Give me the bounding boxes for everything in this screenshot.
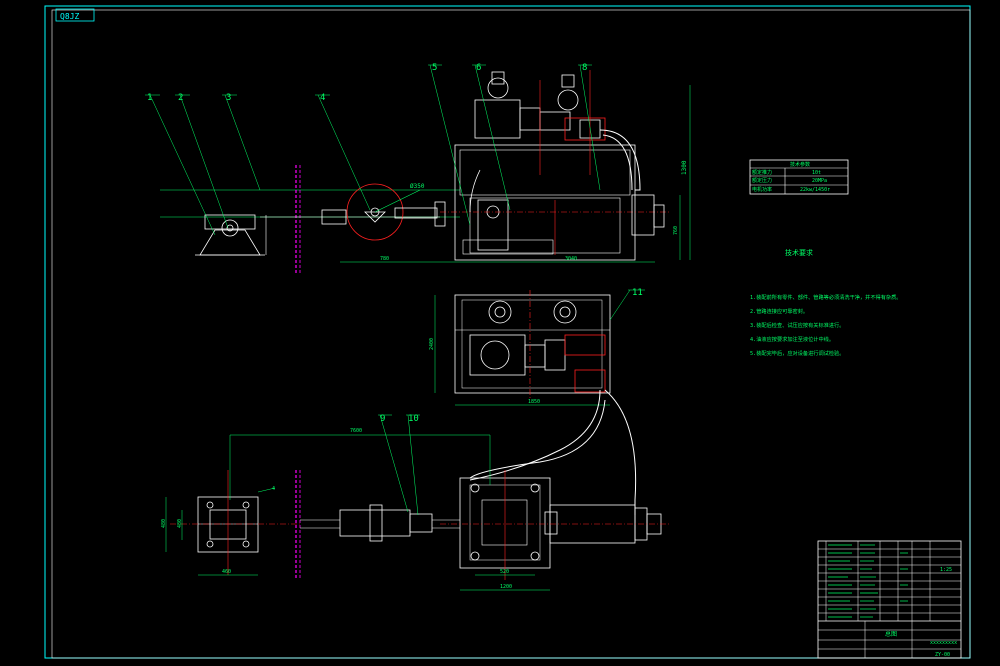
hydraulic-frame xyxy=(454,144,636,261)
spec-cell: 22kw/1450r xyxy=(800,187,830,193)
spec-table-header: 技术参数 xyxy=(790,161,810,168)
note-3: 3.装配后检查、试压应按有关标准进行。 xyxy=(750,321,844,329)
dim-small-b: 4 xyxy=(272,486,275,492)
dim-plan-width: 1850 xyxy=(528,399,540,405)
balloon-4: 4 xyxy=(320,93,325,103)
dim-phi: Ø350 xyxy=(410,183,425,190)
title-scale: 1:25 xyxy=(940,567,952,573)
dim-bottom-a: 520 xyxy=(500,569,509,575)
spec-cell: 额定压力 xyxy=(752,177,772,184)
anchor-base-left xyxy=(199,229,261,256)
title-drawing-no: ZY-00 xyxy=(935,652,950,658)
note-5: 5.装配完毕后，应对设备进行调试检验。 xyxy=(750,349,844,357)
balloon-6: 6 xyxy=(476,63,481,73)
spec-cell: 10t xyxy=(812,170,821,176)
spec-cell: 电机功率 xyxy=(752,186,772,193)
dim-base-h: 480 xyxy=(161,519,167,528)
spec-cell: 额定推力 xyxy=(752,169,772,176)
dim-plan-height: 2400 xyxy=(429,338,435,350)
balloon-11: 11 xyxy=(632,288,643,298)
balloon-1: 1 xyxy=(147,93,152,103)
note-4: 4.油液应按要求加注至液位计中线。 xyxy=(750,335,834,343)
title-company: xxxxxxxxx xyxy=(930,640,957,646)
note-2: 2.管路连接应可靠密封。 xyxy=(750,307,808,315)
pulley-block xyxy=(339,509,411,537)
title-name: 总图 xyxy=(885,630,897,638)
notes-title: 技术要求 xyxy=(785,248,813,257)
dim-base-w: 460 xyxy=(222,569,231,575)
spec-cell: 20MPa xyxy=(812,178,827,184)
cad-drawing-canvas: Q8JZ Ø350 1300 760 780 3040 1 2 3 4 5 6 … xyxy=(0,0,1000,666)
drawing-svg: Q8JZ Ø350 1300 760 780 3040 1 2 3 4 5 6 … xyxy=(44,5,971,659)
balloon-5: 5 xyxy=(432,63,437,73)
plan-view: 2400 1850 xyxy=(429,289,645,515)
dim-top-overall: 1300 xyxy=(681,160,688,175)
dim-front-length: 7600 xyxy=(350,428,362,434)
bottom-plan-view: 480 460 4 7600 520 1200 480 xyxy=(161,399,670,591)
balloon-8: 8 xyxy=(582,63,587,73)
balloon-10: 10 xyxy=(408,414,419,424)
dim-bottom-b: 1200 xyxy=(500,584,512,590)
dim-top-span: 3040 xyxy=(565,256,577,262)
dim-top-left: 780 xyxy=(380,256,389,262)
note-1: 1.装配前所有零件、部件、管路等必须清洗干净，并不得有杂质。 xyxy=(750,293,902,301)
balloon-3: 3 xyxy=(226,93,231,103)
balloon-9: 9 xyxy=(380,414,385,424)
dim-top-mid: 760 xyxy=(673,226,679,235)
dim-small-a: 480 xyxy=(177,519,183,528)
corner-tag: Q8JZ xyxy=(60,12,79,21)
balloon-2: 2 xyxy=(178,93,183,103)
motor-top xyxy=(474,99,521,139)
